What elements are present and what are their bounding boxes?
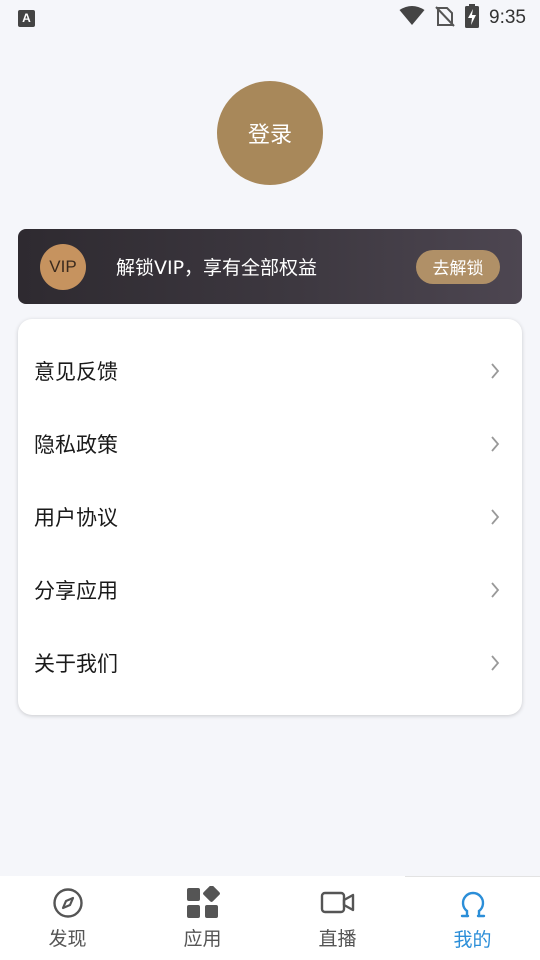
tab-live[interactable]: 直播: [270, 876, 405, 960]
tab-label: 应用: [183, 928, 222, 950]
menu-item-label: 分享应用: [34, 578, 118, 603]
tab-apps[interactable]: 应用: [135, 876, 270, 960]
chevron-right-icon: [490, 435, 500, 453]
menu-item-label: 关于我们: [34, 651, 118, 676]
tab-mine[interactable]: 我的: [405, 876, 540, 960]
bottom-nav: 发现 应用 直播 我的: [0, 876, 540, 960]
video-camera-icon: [320, 886, 356, 920]
menu-item-feedback[interactable]: 意见反馈: [18, 334, 522, 407]
chevron-right-icon: [490, 654, 500, 672]
chevron-right-icon: [490, 581, 500, 599]
login-button[interactable]: 登录: [217, 81, 323, 185]
menu-item-about-us[interactable]: 关于我们: [18, 626, 522, 699]
no-sim-icon: [435, 5, 455, 31]
status-bar: A 9:35: [0, 0, 540, 36]
apps-grid-icon: [186, 886, 220, 920]
status-time: 9:35: [489, 7, 526, 28]
tab-label: 我的: [453, 929, 492, 951]
menu-item-share-app[interactable]: 分享应用: [18, 553, 522, 626]
tab-label: 直播: [318, 928, 357, 950]
chevron-right-icon: [490, 362, 500, 380]
chevron-right-icon: [490, 508, 500, 526]
vip-promo-text: 解锁VIP，享有全部权益: [116, 257, 318, 279]
settings-menu: 意见反馈 隐私政策 用户协议 分享应用 关于我们: [18, 319, 522, 715]
menu-item-label: 隐私政策: [34, 432, 118, 457]
menu-item-label: 意见反馈: [34, 359, 118, 384]
profile-screen: A 9:35 登录 VIP 解锁VIP，享有全部权益 去解锁 意见反馈 隐私政策…: [0, 0, 540, 960]
menu-item-user-agreement[interactable]: 用户协议: [18, 480, 522, 553]
unlock-vip-button[interactable]: 去解锁: [416, 249, 500, 284]
menu-item-privacy-policy[interactable]: 隐私政策: [18, 407, 522, 480]
menu-item-label: 用户协议: [34, 505, 118, 530]
tab-discover[interactable]: 发现: [0, 876, 135, 960]
wifi-icon: [399, 6, 425, 30]
battery-charging-icon: [465, 4, 480, 32]
compass-icon: [52, 886, 84, 920]
accessibility-a-icon: A: [18, 9, 35, 27]
profile-icon: [458, 887, 488, 921]
vip-badge: VIP: [40, 243, 86, 290]
vip-banner: VIP 解锁VIP，享有全部权益 去解锁: [18, 229, 522, 304]
tab-label: 发现: [48, 928, 87, 950]
